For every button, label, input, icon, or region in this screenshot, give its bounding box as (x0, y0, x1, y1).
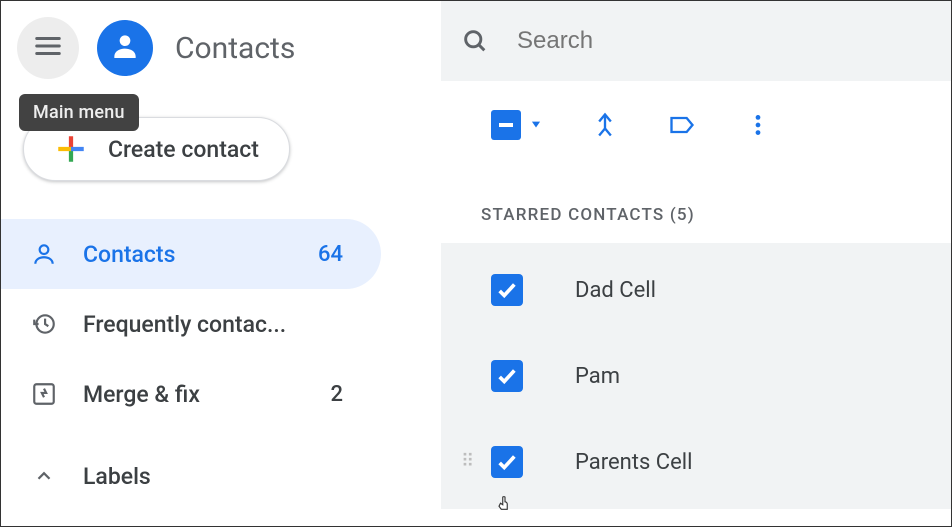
sidebar-item-contacts[interactable]: Contacts 64 (1, 219, 381, 289)
contacts-logo (97, 20, 153, 76)
selection-dropdown-arrow-icon[interactable] (529, 116, 543, 135)
sidebar-item-frequent[interactable]: Frequently contac... (1, 289, 381, 359)
label-icon[interactable] (667, 111, 697, 139)
sidebar-item-label: Merge & fix (83, 381, 330, 408)
contact-name: Dad Cell (575, 278, 656, 303)
search-bar[interactable] (441, 1, 951, 81)
sidebar-item-count: 2 (330, 382, 351, 407)
chevron-up-icon (31, 463, 57, 489)
create-contact-label: Create contact (108, 136, 259, 163)
contact-row[interactable]: ⠿ Parents Cell (441, 419, 951, 505)
search-input[interactable] (517, 27, 931, 55)
merge-icon[interactable] (591, 111, 619, 139)
contact-checkbox[interactable] (491, 274, 523, 306)
mouse-cursor-icon (496, 493, 514, 520)
person-icon (109, 30, 141, 66)
search-icon (461, 27, 489, 55)
selection-action-bar (441, 81, 951, 169)
contact-checkbox[interactable] (491, 360, 523, 392)
main-menu-tooltip: Main menu (19, 94, 139, 131)
sidebar-item-merge-fix[interactable]: Merge & fix 2 (1, 359, 381, 429)
contact-list: Dad Cell Pam ⠿ Parents Cell (441, 243, 951, 509)
person-outline-icon (31, 241, 57, 267)
contact-checkbox[interactable] (491, 446, 523, 478)
sidebar-item-label: Contacts (83, 241, 318, 268)
sidebar-labels-toggle[interactable]: Labels (1, 441, 441, 511)
more-vert-icon[interactable] (745, 112, 771, 138)
section-header-starred: STARRED CONTACTS (5) (441, 169, 951, 243)
plus-icon (54, 132, 88, 166)
app-title: Contacts (175, 31, 295, 66)
sidebar-item-count: 64 (318, 242, 351, 267)
menu-icon (33, 31, 63, 65)
selection-checkbox-indeterminate[interactable] (491, 110, 521, 140)
contact-name: Parents Cell (575, 450, 693, 475)
sidebar-header: Contacts (1, 9, 441, 95)
sidebar-item-label: Labels (83, 463, 411, 490)
contact-row[interactable]: Dad Cell (441, 247, 951, 333)
merge-fix-icon (31, 381, 57, 407)
history-icon (31, 311, 57, 337)
sidebar-item-label: Frequently contac... (83, 311, 351, 338)
sidebar-nav: Contacts 64 Frequently contac... Merge &… (1, 219, 441, 429)
main-panel: STARRED CONTACTS (5) Dad Cell Pam ⠿ Pare (441, 1, 951, 526)
main-menu-button[interactable] (17, 17, 79, 79)
contact-name: Pam (575, 364, 620, 389)
drag-handle-icon[interactable]: ⠿ (461, 458, 473, 466)
sidebar: Contacts Main menu Create contact Contac… (1, 1, 441, 526)
contact-row[interactable]: Pam (441, 333, 951, 419)
